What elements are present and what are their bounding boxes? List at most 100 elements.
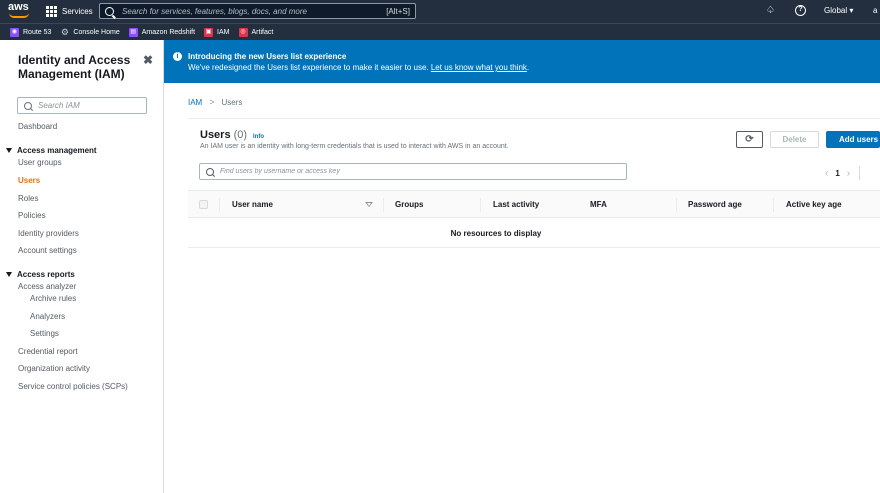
find-users-input[interactable] [220,168,620,175]
column-header-user-name[interactable]: User name [232,200,273,209]
search-icon [206,167,214,176]
info-icon: i [173,52,182,61]
breadcrumb-current: Users [221,97,243,107]
sidebar-item-user-groups[interactable]: User groups [18,158,62,167]
gear-icon: ⚙ [60,26,69,37]
users-table-container: Users (0) Info An IAM user is an identit… [188,118,880,248]
sidebar-item-identity-providers[interactable]: Identity providers [18,229,79,238]
favorite-artifact[interactable]: ◎ Artifact [238,27,274,37]
redshift-icon: ▤ [128,27,138,37]
chevron-right-icon: > [209,97,215,107]
sidebar-search[interactable] [17,97,147,114]
sidebar-item-archive-rules[interactable]: Archive rules [30,294,76,303]
sidebar-item-policies[interactable]: Policies [18,211,46,220]
aws-smile-icon [9,13,29,18]
add-users-button[interactable]: Add users [826,131,880,148]
favorite-label: Artifact [251,28,274,36]
favorite-label: IAM [217,28,230,36]
column-divider [676,198,677,212]
region-selector[interactable]: Global ▾ [824,6,853,15]
caret-down-icon [6,148,12,153]
favorite-label: Console Home [73,28,120,36]
search-icon [105,6,114,16]
help-icon[interactable]: ? [795,5,806,16]
users-count: (0) [233,129,248,141]
cloudshell-icon[interactable]: ♤ [766,5,776,16]
empty-state-message: No resources to display [188,219,880,248]
route53-icon: ◉ [10,27,19,37]
breadcrumb-iam-link[interactable]: IAM [188,98,202,107]
global-search-box[interactable]: [Alt+S] [99,3,416,19]
pager-divider [859,166,861,180]
close-icon[interactable]: ✖ [143,53,153,67]
services-label: Services [62,7,93,16]
table-header: User name Groups Last activity MFA Passw… [188,190,880,218]
banner-title: Introducing the new Users list experienc… [188,52,347,61]
top-navigation-bar: aws Services [Alt+S] ♤ ? Global ▾ a [0,0,880,23]
iam-icon: ▣ [204,27,214,37]
users-title-text: Users [200,129,231,141]
column-header-password-age[interactable]: Password age [688,200,742,209]
pagination: ‹ 1 › [818,166,861,180]
aws-logo[interactable]: aws [8,2,32,20]
favorite-amazon-redshift[interactable]: ▤ Amazon Redshift [128,27,196,37]
sidebar-item-account-settings[interactable]: Account settings [18,246,77,255]
services-menu-button[interactable]: Services [46,4,93,19]
favorite-route53[interactable]: ◉ Route 53 [10,27,52,37]
favorite-console-home[interactable]: ⚙ Console Home [60,26,120,37]
column-divider [480,198,481,212]
column-divider [383,198,384,212]
select-all-checkbox[interactable] [199,200,208,209]
page-number[interactable]: 1 [835,169,839,178]
global-search-input[interactable] [122,6,387,16]
sidebar-item-organization-activity[interactable]: Organization activity [18,364,90,373]
section-heading: Access management [17,146,97,155]
favorite-iam[interactable]: ▣ IAM [204,27,230,37]
info-banner: i Introducing the new Users list experie… [164,40,880,83]
column-divider [773,198,774,212]
search-icon [24,101,32,110]
caret-down-icon [6,272,12,277]
aws-logo-text: aws [8,1,29,13]
refresh-icon: ⟳ [745,134,754,145]
search-shortcut-hint: [Alt+S] [386,6,410,16]
info-link[interactable]: Info [253,134,264,140]
sidebar-item-credential-report[interactable]: Credential report [18,347,78,356]
banner-message: We've redesigned the Users list experien… [188,63,429,72]
sidebar: Identity and Access Management (IAM) ✖ D… [0,40,164,493]
sidebar-item-scps[interactable]: Service control policies (SCPs) [18,382,128,391]
favorite-label: Amazon Redshift [141,28,196,36]
sidebar-item-analyzers[interactable]: Analyzers [30,312,65,321]
delete-button[interactable]: Delete [770,131,819,148]
users-header: Users (0) Info An IAM user is an identit… [200,129,509,150]
chevron-left-icon[interactable]: ‹ [825,168,828,179]
sidebar-item-roles[interactable]: Roles [18,194,38,203]
sidebar-search-input[interactable] [38,101,138,110]
banner-trailing: . [526,63,530,72]
sidebar-title: Identity and Access Management (IAM) [18,53,131,81]
sidebar-section-access-reports[interactable]: Access reports [6,270,75,279]
find-users-box[interactable] [199,163,627,180]
chevron-right-icon[interactable]: › [847,168,850,179]
sort-descending-icon[interactable] [365,202,373,207]
sidebar-item-dashboard[interactable]: Dashboard [18,122,57,131]
account-menu[interactable]: a [873,6,877,15]
refresh-button[interactable]: ⟳ [736,131,763,148]
sidebar-item-settings[interactable]: Settings [30,329,59,338]
sidebar-section-access-management[interactable]: Access management [6,146,97,155]
banner-text: We've redesigned the Users list experien… [188,63,529,72]
favorites-bar: ◉ Route 53 ⚙ Console Home ▤ Amazon Redsh… [0,23,880,40]
breadcrumb: IAM > Users [188,97,242,107]
column-header-last-activity[interactable]: Last activity [493,200,539,209]
column-divider [219,198,220,212]
sidebar-item-access-analyzer[interactable]: Access analyzer [18,282,76,291]
column-header-groups[interactable]: Groups [395,200,423,209]
feedback-link[interactable]: Let us know what you think [431,63,527,72]
users-description: An IAM user is an identity with long-ter… [200,143,509,150]
section-heading: Access reports [17,270,75,279]
favorite-label: Route 53 [23,28,52,36]
sidebar-item-users[interactable]: Users [18,176,40,185]
column-header-mfa[interactable]: MFA [590,200,607,209]
column-header-active-key-age[interactable]: Active key age [786,200,842,209]
artifact-icon: ◎ [238,27,248,37]
